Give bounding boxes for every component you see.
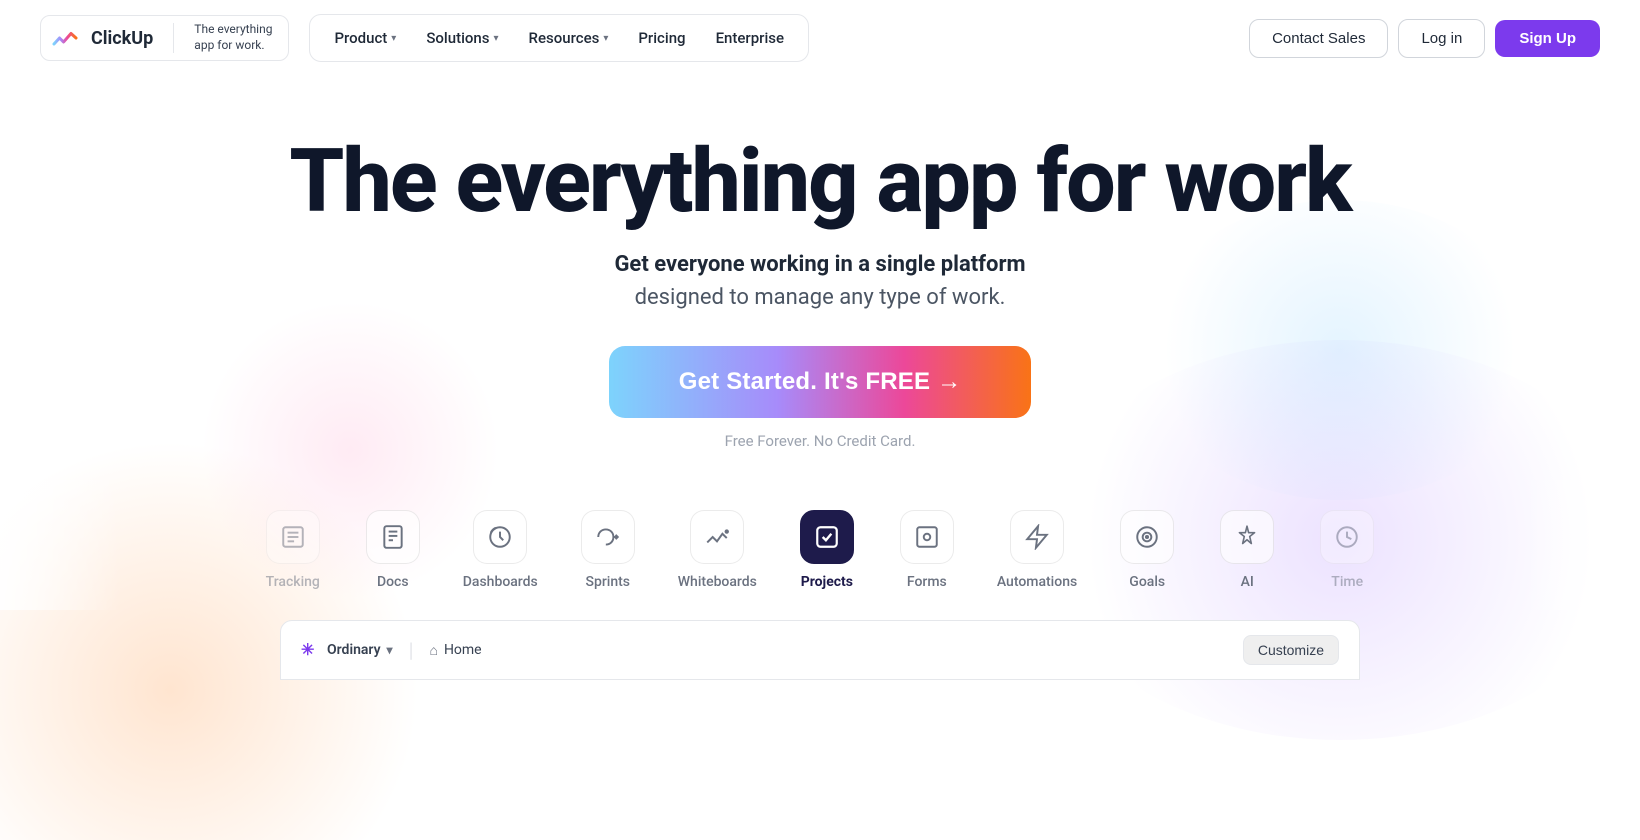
feature-tab-dashboards[interactable]: Dashboards — [443, 500, 558, 600]
hero-subtitle-normal: designed to manage any type of work. — [20, 285, 1620, 310]
preview-bar: ✳ Ordinary ▾ | ⌂ Home Customize — [280, 620, 1360, 680]
forms-label: Forms — [907, 574, 947, 590]
preview-workspace[interactable]: ✳ Ordinary ▾ — [301, 640, 393, 660]
nav-links: Product ▾ Solutions ▾ Resources ▾ Pricin… — [309, 14, 809, 62]
preview-divider: | — [409, 638, 414, 662]
whiteboards-icon — [690, 510, 744, 564]
ai-icon — [1220, 510, 1274, 564]
logo-tagline: The everything app for work. — [194, 22, 272, 53]
dashboards-label: Dashboards — [463, 574, 538, 590]
nav-enterprise[interactable]: Enterprise — [702, 21, 798, 55]
hero-title: The everything app for work — [20, 136, 1620, 228]
automations-icon — [1010, 510, 1064, 564]
dashboards-icon — [473, 510, 527, 564]
feature-tab-projects[interactable]: Projects — [777, 500, 877, 600]
nav-pricing[interactable]: Pricing — [624, 21, 699, 55]
cta-button[interactable]: Get Started. It's FREE → — [609, 346, 1032, 418]
tracking-icon — [266, 510, 320, 564]
navbar: ClickUp The everything app for work. Pro… — [0, 0, 1640, 76]
feature-tab-ai[interactable]: AI — [1197, 500, 1297, 600]
hero-subtitle-bold: Get everyone working in a single platfor… — [20, 248, 1620, 281]
workspace-star-icon: ✳ — [301, 640, 321, 660]
goals-icon — [1120, 510, 1174, 564]
preview-home-label: Home — [444, 642, 482, 658]
nav-right: Contact Sales Log in Sign Up — [1249, 19, 1600, 58]
nav-product[interactable]: Product ▾ — [320, 21, 410, 55]
hero-section: The everything app for work Get everyone… — [0, 76, 1640, 480]
contact-sales-button[interactable]: Contact Sales — [1249, 19, 1388, 58]
ai-label: AI — [1241, 574, 1254, 590]
preview-bar-container: ✳ Ordinary ▾ | ⌂ Home Customize — [0, 620, 1640, 680]
workspace-name: Ordinary — [327, 642, 381, 658]
whiteboards-label: Whiteboards — [678, 574, 757, 590]
time-label: Time — [1331, 574, 1363, 590]
projects-label: Projects — [801, 574, 853, 590]
hero-fine-print: Free Forever. No Credit Card. — [20, 432, 1620, 450]
preview-home[interactable]: ⌂ Home — [429, 642, 481, 659]
logo-text: ClickUp — [91, 28, 153, 49]
workspace-chevron-icon: ▾ — [387, 643, 393, 657]
time-icon — [1320, 510, 1374, 564]
sprints-label: Sprints — [585, 574, 630, 590]
logo-container[interactable]: ClickUp The everything app for work. — [40, 15, 289, 61]
feature-tabs-wrapper: Tracking Docs Dashboards Sprints Whitebo — [0, 480, 1640, 610]
feature-tabs: Tracking Docs Dashboards Sprints Whitebo — [0, 480, 1640, 610]
login-button[interactable]: Log in — [1398, 19, 1485, 58]
feature-tab-tracking[interactable]: Tracking — [243, 500, 343, 600]
customize-button[interactable]: Customize — [1243, 635, 1339, 665]
nav-resources[interactable]: Resources ▾ — [515, 21, 623, 55]
goals-label: Goals — [1129, 574, 1165, 590]
nav-solutions[interactable]: Solutions ▾ — [412, 21, 512, 55]
solutions-chevron-icon: ▾ — [494, 33, 499, 44]
feature-tab-whiteboards[interactable]: Whiteboards — [658, 500, 777, 600]
home-icon: ⌂ — [429, 642, 437, 659]
sprints-icon — [581, 510, 635, 564]
product-chevron-icon: ▾ — [391, 33, 396, 44]
feature-tab-goals[interactable]: Goals — [1097, 500, 1197, 600]
docs-icon — [366, 510, 420, 564]
feature-tab-forms[interactable]: Forms — [877, 500, 977, 600]
docs-label: Docs — [377, 574, 409, 590]
nav-left: ClickUp The everything app for work. Pro… — [40, 14, 809, 62]
feature-tab-time[interactable]: Time — [1297, 500, 1397, 600]
tabs-fade-right — [1520, 480, 1640, 610]
clickup-logo-icon — [49, 22, 81, 54]
automations-label: Automations — [997, 574, 1077, 590]
tabs-fade-left — [0, 480, 120, 610]
signup-button[interactable]: Sign Up — [1495, 20, 1600, 57]
feature-tab-automations[interactable]: Automations — [977, 500, 1097, 600]
projects-icon — [800, 510, 854, 564]
feature-tab-sprints[interactable]: Sprints — [558, 500, 658, 600]
tracking-label: Tracking — [266, 574, 320, 590]
resources-chevron-icon: ▾ — [603, 33, 608, 44]
feature-tab-docs[interactable]: Docs — [343, 500, 443, 600]
forms-icon — [900, 510, 954, 564]
logo-divider — [173, 23, 174, 53]
